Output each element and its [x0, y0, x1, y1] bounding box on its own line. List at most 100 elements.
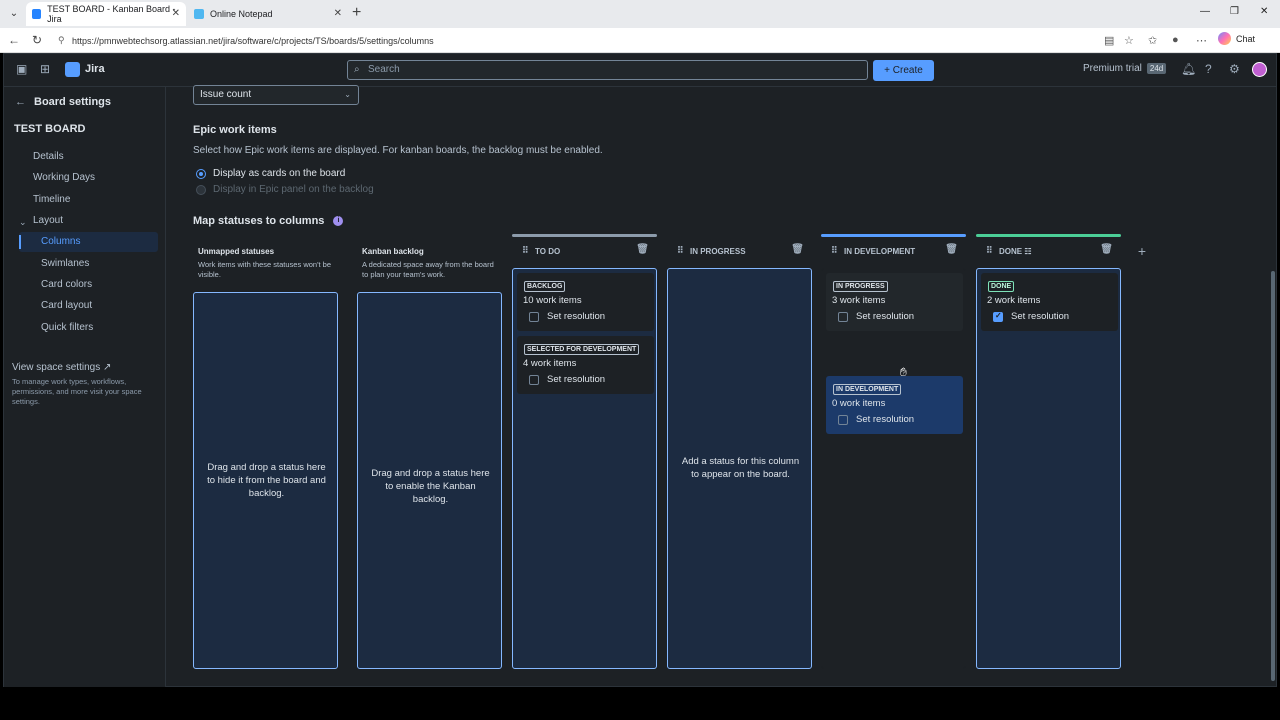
main-scrollbar[interactable]: [1270, 86, 1276, 686]
drag-handle-icon[interactable]: ⠿: [831, 245, 837, 256]
column-drop-zone[interactable]: DONE 2 work items Set resolution: [976, 268, 1121, 669]
sidebar-toggle-icon[interactable]: ▣: [16, 62, 27, 76]
kanban-drop-zone[interactable]: Drag and drop a status here to enable th…: [357, 292, 502, 669]
column-header[interactable]: ⠿ IN DEVELOPMENT 🗑︎: [821, 237, 966, 263]
checkbox-icon: [838, 311, 848, 322]
column-header[interactable]: ⠿ DONE ☷ 🗑︎: [976, 237, 1121, 263]
column-in-progress[interactable]: ⠿ IN PROGRESS 🗑︎ Add a status for this c…: [667, 237, 812, 671]
window-close-icon[interactable]: ✕: [1260, 6, 1268, 17]
trash-icon[interactable]: 🗑︎: [791, 244, 804, 255]
status-lozenge: BACKLOG: [524, 281, 566, 292]
sidebar-item-timeline[interactable]: Timeline: [33, 194, 70, 205]
add-column-plus-icon[interactable]: +: [1131, 241, 1153, 263]
tab-list-chevron-icon[interactable]: ⌄: [6, 6, 22, 22]
set-resolution-checkbox[interactable]: Set resolution: [993, 311, 1069, 322]
column-done[interactable]: ⠿ DONE ☷ 🗑︎ DONE 2 work items Set resolu…: [976, 234, 1121, 671]
checkbox-label: Set resolution: [1011, 311, 1070, 322]
chevron-down-icon[interactable]: ⌄: [19, 217, 27, 228]
trash-icon[interactable]: 🗑︎: [1100, 244, 1113, 255]
column-drop-zone[interactable]: IN PROGRESS 3 work items Set resolution …: [821, 268, 966, 669]
settings-gear-icon[interactable]: ⚙: [1229, 62, 1240, 76]
work-item-count: 2 work items: [987, 295, 1041, 306]
set-resolution-checkbox[interactable]: Set resolution: [529, 311, 605, 322]
checkbox-label: Set resolution: [856, 414, 915, 425]
status-card-backlog[interactable]: BACKLOG 10 work items Set resolution: [517, 273, 654, 331]
column-constraint-select[interactable]: Issue count ⌄: [193, 85, 359, 105]
status-card-done[interactable]: DONE 2 work items Set resolution: [981, 273, 1118, 331]
url-field[interactable]: ⚲ https://pmnwebtechsorg.atlassian.net/j…: [52, 31, 1100, 50]
column-name[interactable]: IN PROGRESS: [690, 247, 746, 256]
search-input[interactable]: ⌕ Search: [347, 60, 868, 80]
browser-tab-notepad[interactable]: Online Notepad ✕: [188, 2, 348, 26]
new-tab-icon[interactable]: +: [352, 4, 361, 22]
reload-icon[interactable]: ↻: [32, 33, 42, 47]
maximize-icon[interactable]: ❐: [1230, 6, 1239, 17]
app-name[interactable]: Jira: [85, 63, 105, 75]
checkbox-icon: [838, 414, 848, 425]
favorite-star-icon[interactable]: ☆: [1124, 34, 1134, 47]
jira-logo-icon[interactable]: [65, 62, 80, 77]
column-name[interactable]: IN DEVELOPMENT: [844, 247, 915, 256]
help-icon[interactable]: ?: [1205, 62, 1212, 76]
favorites-icon[interactable]: ✩: [1148, 34, 1157, 47]
column-description: A dedicated space away from the board to…: [362, 260, 494, 279]
status-card-selected-for-development[interactable]: SELECTED FOR DEVELOPMENT 4 work items Se…: [517, 336, 654, 394]
column-header[interactable]: ⠿ TO DO 🗑︎: [512, 237, 657, 263]
minimize-icon[interactable]: —: [1200, 6, 1210, 17]
column-todo[interactable]: ⠿ TO DO 🗑︎ BACKLOG 10 work items Set res…: [512, 234, 657, 671]
set-resolution-checkbox[interactable]: Set resolution: [529, 374, 605, 385]
trash-icon[interactable]: 🗑︎: [945, 244, 958, 255]
board-settings-back[interactable]: ← Board settings: [15, 96, 111, 108]
close-icon[interactable]: ✕: [334, 8, 342, 19]
app-switcher-icon[interactable]: ⊞: [40, 62, 50, 76]
sidebar-item-layout[interactable]: Layout: [33, 215, 63, 226]
back-icon[interactable]: ←: [8, 33, 20, 47]
chevron-down-icon: ⌄: [344, 90, 351, 99]
create-button[interactable]: + Create: [873, 60, 934, 81]
sidebar-item-details[interactable]: Details: [33, 151, 64, 162]
reader-icon[interactable]: ▤: [1104, 34, 1114, 47]
trash-icon[interactable]: 🗑︎: [636, 244, 649, 255]
column-name[interactable]: TO DO: [535, 247, 560, 256]
sidebar-item-columns[interactable]: Columns: [19, 232, 158, 252]
column-drop-zone[interactable]: Add a status for this column to appear o…: [667, 268, 812, 669]
status-lozenge: SELECTED FOR DEVELOPMENT: [524, 344, 640, 355]
status-card-in-progress[interactable]: IN PROGRESS 3 work items Set resolution: [826, 273, 963, 331]
scrollbar-thumb[interactable]: [1271, 271, 1275, 681]
status-card-in-development[interactable]: IN DEVELOPMENT 0 work items Set resoluti…: [826, 376, 963, 434]
status-lozenge: IN PROGRESS: [833, 281, 888, 292]
unmapped-statuses-column: Unmapped statuses Work items with these …: [193, 237, 338, 671]
avatar[interactable]: [1252, 62, 1267, 77]
view-space-label: View space settings: [12, 362, 101, 373]
drag-handle-icon[interactable]: ⠿: [522, 245, 528, 256]
more-icon[interactable]: ⋯: [1196, 34, 1207, 47]
close-icon[interactable]: ✕: [172, 8, 180, 19]
column-name[interactable]: DONE ☷: [999, 247, 1032, 256]
column-drop-zone[interactable]: BACKLOG 10 work items Set resolution SEL…: [512, 268, 657, 669]
profile-icon[interactable]: ●: [1172, 34, 1179, 46]
sidebar-item-working-days[interactable]: Working Days: [33, 172, 95, 183]
sidebar-item-card-colors[interactable]: Card colors: [41, 279, 92, 290]
set-resolution-checkbox[interactable]: Set resolution: [838, 311, 914, 322]
search-placeholder: Search: [368, 64, 400, 75]
column-in-development[interactable]: ⠿ IN DEVELOPMENT 🗑︎ IN PROGRESS 3 work i…: [821, 234, 966, 671]
site-info-icon[interactable]: ⚲: [58, 35, 65, 46]
drag-handle-icon[interactable]: ⠿: [677, 245, 683, 256]
premium-trial[interactable]: Premium trial 24d: [1083, 63, 1167, 74]
trial-days-badge: 24d: [1146, 63, 1167, 74]
sidebar-item-card-layout[interactable]: Card layout: [41, 300, 92, 311]
notifications-bell-icon[interactable]: 🔔︎: [1181, 62, 1196, 76]
set-resolution-checkbox[interactable]: Set resolution: [838, 414, 914, 425]
browser-tab-jira[interactable]: TEST BOARD - Kanban Board - Jira ✕: [26, 2, 186, 26]
url-text: https://pmnwebtechsorg.atlassian.net/jir…: [72, 35, 434, 46]
info-icon[interactable]: i: [333, 216, 344, 226]
sidebar-item-quick-filters[interactable]: Quick filters: [41, 322, 93, 333]
chat-button[interactable]: Chat: [1218, 32, 1255, 45]
drag-handle-icon[interactable]: ⠿: [986, 245, 992, 256]
sidebar-item-swimlanes[interactable]: Swimlanes: [41, 258, 89, 269]
unmapped-drop-zone[interactable]: Drag and drop a status here to hide it f…: [193, 292, 338, 669]
browser-tabbar: ⌄ TEST BOARD - Kanban Board - Jira ✕ Onl…: [0, 0, 1280, 28]
radio-display-cards[interactable]: Display as cards on the board: [196, 168, 345, 179]
column-header[interactable]: ⠿ IN PROGRESS 🗑︎: [667, 237, 812, 263]
view-space-settings-link[interactable]: View space settings ↗: [12, 362, 111, 373]
